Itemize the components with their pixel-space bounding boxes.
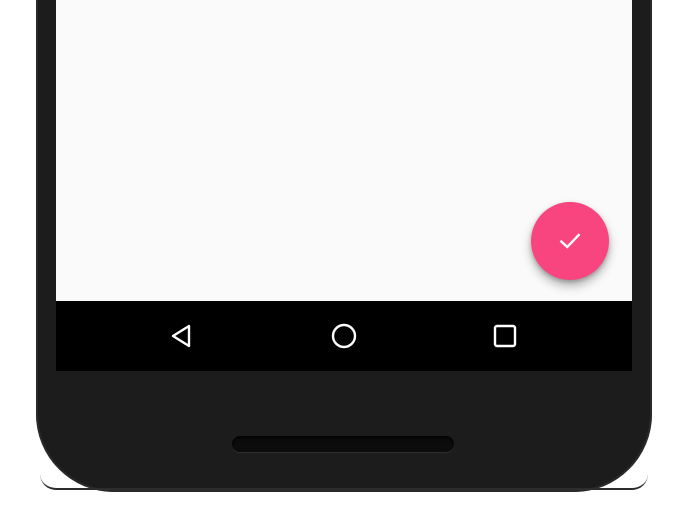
back-button[interactable] (162, 316, 202, 356)
recents-button[interactable] (485, 316, 525, 356)
device-frame (0, 0, 688, 512)
home-circle-icon (331, 323, 357, 349)
home-button[interactable] (324, 316, 364, 356)
recents-square-icon (493, 324, 517, 348)
speaker-grille (232, 436, 454, 452)
navigation-bar (56, 301, 632, 371)
back-triangle-icon (171, 324, 191, 348)
check-icon (559, 233, 581, 249)
confirm-fab-button[interactable] (531, 202, 609, 280)
